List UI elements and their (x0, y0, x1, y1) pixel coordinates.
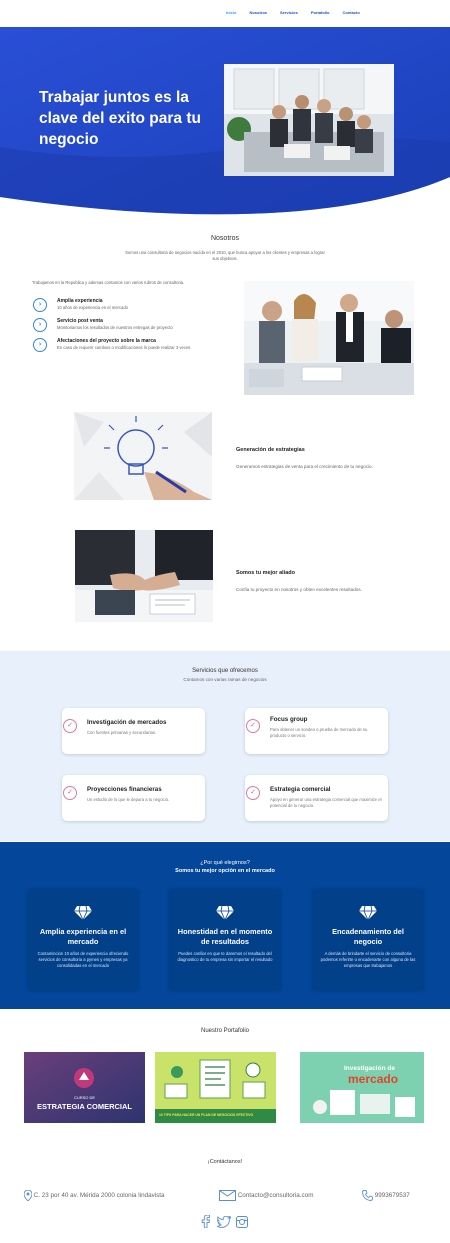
feature-item: › Afectaciones del proyecto sobre la mar… (33, 338, 243, 354)
service-desc: Con fuentes primarias y secundarias. (87, 730, 157, 735)
portfolio-item-plan[interactable]: 10 TIPS PARA HACER UN PLAN DE NEGOCIOS E… (155, 1052, 276, 1123)
service-desc: Para obtener un sondeo o prueba de merca… (270, 727, 368, 738)
facebook-icon[interactable] (201, 1214, 211, 1233)
row-desc: Generamos estrategias de venta para el c… (236, 464, 373, 469)
lightbulb-photo (74, 412, 212, 500)
service-card[interactable]: ✓ Focus group Para obtener un sondeo o p… (245, 708, 388, 754)
why-card-desc: Puedes confiar en que te daremos el resu… (177, 951, 273, 962)
hero-section: Trabajar juntos es la clave del exito pa… (0, 27, 450, 217)
portfolio-item-investigacion[interactable]: Investigación de mercado (300, 1052, 424, 1123)
chevron-right-icon: › (33, 298, 47, 312)
services-title: Servicios que ofrecemos (192, 668, 258, 674)
twitter-icon[interactable] (216, 1215, 232, 1233)
about-subtitle: Somos una consultoria de negocios nacida… (125, 250, 325, 261)
service-desc: Apoyo en generar una estrategia comercia… (270, 797, 382, 808)
check-circle-icon: ✓ (63, 786, 77, 800)
why-title: ¿Por qué elegirnos? (200, 860, 250, 866)
about-intro: Trabajamos en la Republica y ademas cont… (32, 280, 185, 285)
check-circle-icon: ✓ (246, 786, 260, 800)
why-card-desc: Contamincion 10 años de experiencia ofre… (37, 951, 129, 968)
feature-title: Afectaciones del proyecto sobre la marca (57, 338, 156, 344)
mail-icon (219, 1190, 236, 1201)
about-title: Nosotros (210, 235, 239, 242)
feature-desc: En caso de requerir cambios o modificaci… (57, 345, 191, 350)
services-section: Servicios que ofrecemos Contamos con var… (0, 651, 450, 841)
feature-title: Amplia experiencia (57, 298, 103, 304)
why-card: Amplia experiencia en el mercado Contami… (28, 890, 138, 990)
portfolio-item-title: 10 TIPS PARA HACER UN PLAN DE NEGOCIOS E… (159, 1113, 254, 1117)
chevron-right-icon: › (33, 318, 47, 332)
email-text[interactable]: Contacto@consultoria.com (238, 1192, 314, 1199)
check-circle-icon: ✓ (63, 719, 77, 733)
contact-title: ¡Contáctanos! (207, 1159, 243, 1165)
top-nav: Inicio Nosotros Servicios Portafolio Con… (0, 0, 450, 27)
nav-item-inicio[interactable]: Inicio (226, 10, 236, 15)
feature-title: Servicio post venta (57, 318, 103, 324)
diamond-icon (74, 906, 92, 920)
feature-desc: 10 años de experiencia en el mercado (57, 305, 129, 310)
contact-address: C. 23 por 40 av. Mérida 2000 colonia lin… (23, 1189, 165, 1202)
why-card-title: Amplia experiencia en el mercado (39, 927, 127, 946)
address-text: C. 23 por 40 av. Mérida 2000 colonia lin… (33, 1192, 165, 1200)
why-card-desc: A demás de brindarte el servicio de cons… (320, 951, 416, 968)
service-card[interactable]: ✓ Investigación de mercados Con fuentes … (62, 708, 205, 754)
feature-item: › Servicio post venta Monitoriamos los r… (33, 318, 243, 334)
portfolio-item-title: ESTRATEGIA COMERCIAL (37, 1102, 132, 1111)
why-card: Encadenamiento del negocio A demás de br… (313, 890, 423, 990)
why-card-title: Encadenamiento del negocio (332, 927, 404, 946)
feature-item: › Amplia experiencia 10 años de experien… (33, 298, 243, 314)
why-subtitle: Somos tu mejor opción en el mercado (175, 868, 275, 874)
chevron-right-icon: › (33, 338, 47, 352)
nav-item-nosotros[interactable]: Nosotros (249, 10, 267, 15)
service-title: Investigación de mercados (87, 719, 167, 726)
check-circle-icon: ✓ (246, 719, 260, 733)
hero-team-photo (224, 64, 394, 176)
meeting-photo (244, 281, 414, 395)
location-pin-icon (23, 1189, 33, 1202)
portfolio-item-title: mercado (348, 1072, 399, 1086)
nav-item-contacto[interactable]: Contacto (342, 10, 359, 15)
contact-phone[interactable]: 9993679537 (362, 1190, 410, 1201)
service-title: Proyecciones financieras (87, 786, 162, 793)
services-subtitle: Contamos con varias ramas de negocios (183, 677, 267, 682)
service-desc: Un estudio de lo que le depara a tu nego… (87, 797, 170, 802)
diamond-icon (216, 906, 234, 920)
why-section: ¿Por qué elegirnos? Somos tu mejor opció… (0, 842, 450, 1009)
row-title: Somos tu mejor aliado (236, 570, 295, 576)
portfolio-item-subtitle: CURSO DE (73, 1095, 96, 1100)
diamond-icon (359, 906, 377, 920)
instagram-icon[interactable] (236, 1215, 248, 1233)
service-title: Focus group (270, 716, 308, 723)
hero-title: Trabajar juntos es la clave del exito pa… (39, 89, 201, 148)
row-title: Generación de estrategias (236, 447, 305, 453)
why-card: Honestidad en el momento de resultados P… (170, 890, 280, 990)
phone-text[interactable]: 9993679537 (375, 1192, 410, 1199)
portfolio-title: Nuestro Portafolio (200, 1028, 250, 1034)
why-card-title: Honestidad en el momento de resultados (177, 927, 273, 946)
handshake-photo (75, 530, 213, 622)
contact-email[interactable]: Contacto@consultoria.com (219, 1190, 313, 1201)
portfolio-item-subtitle: Investigación de (344, 1065, 395, 1072)
nav-item-servicios[interactable]: Servicios (280, 10, 298, 15)
service-title: Estrategia comercial (270, 786, 331, 793)
service-card[interactable]: ✓ Estrategia comercial Apoyo en generar … (245, 775, 388, 821)
nav-item-portafolio[interactable]: Portafolio (311, 10, 330, 15)
phone-icon (362, 1190, 373, 1201)
portfolio-item-estrategia[interactable]: CURSO DE ESTRATEGIA COMERCIAL (24, 1052, 145, 1123)
row-desc: Confia tu proyecto en nosotros y obten e… (236, 587, 362, 592)
feature-desc: Monitoriamos los resultados de nuestros … (57, 325, 173, 330)
nav-menu: Inicio Nosotros Servicios Portafolio Con… (226, 10, 373, 15)
service-card[interactable]: ✓ Proyecciones financieras Un estudio de… (62, 775, 205, 821)
